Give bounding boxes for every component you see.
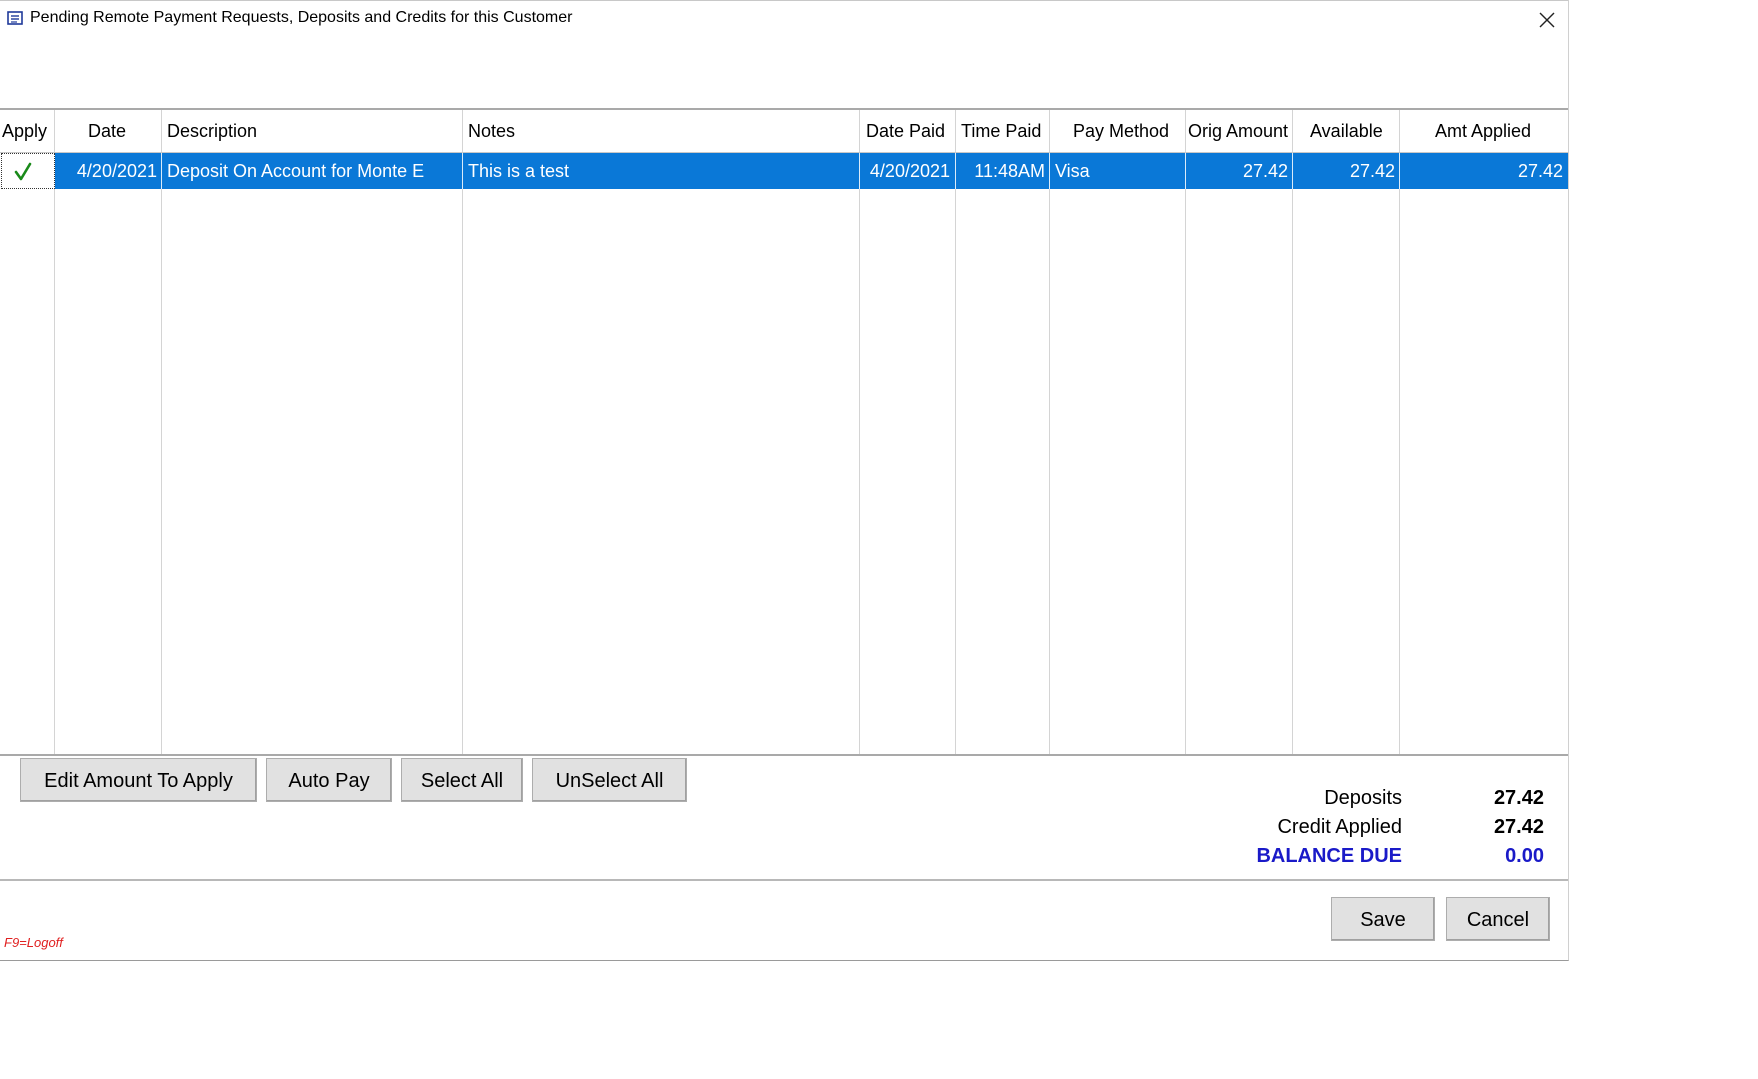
header-description[interactable]: Description: [167, 110, 257, 152]
cell-available[interactable]: 27.42: [1294, 153, 1395, 189]
cell-notes[interactable]: This is a test: [468, 153, 856, 189]
cell-date[interactable]: 4/20/2021: [56, 153, 157, 189]
header-date-paid[interactable]: Date Paid: [866, 110, 945, 152]
credit-applied-value: 27.42: [1493, 816, 1544, 838]
column-divider[interactable]: [1049, 110, 1050, 754]
cell-date-paid[interactable]: 4/20/2021: [861, 153, 950, 189]
cell-divider: [1292, 153, 1293, 189]
column-divider[interactable]: [54, 110, 55, 754]
header-available[interactable]: Available: [1310, 110, 1383, 152]
deposits-value: 27.42: [1493, 787, 1544, 809]
balance-due-label: BALANCE DUE: [1256, 845, 1402, 867]
column-divider[interactable]: [1185, 110, 1186, 754]
apply-checkbox[interactable]: [1, 153, 55, 189]
cell-pay-method[interactable]: Visa: [1055, 153, 1183, 189]
auto-pay-button[interactable]: Auto Pay: [266, 758, 392, 802]
title-bar: Pending Remote Payment Requests, Deposit…: [0, 0, 1568, 39]
header-time-paid[interactable]: Time Paid: [961, 110, 1041, 152]
cell-orig-amount[interactable]: 27.42: [1187, 153, 1288, 189]
header-pay-method[interactable]: Pay Method: [1073, 110, 1169, 152]
cell-amt-applied[interactable]: 27.42: [1401, 153, 1563, 189]
edit-amount-button[interactable]: Edit Amount To Apply: [20, 758, 257, 802]
cancel-button[interactable]: Cancel: [1446, 897, 1550, 941]
close-button[interactable]: [1530, 3, 1564, 35]
cell-divider: [462, 153, 463, 189]
column-divider[interactable]: [1292, 110, 1293, 754]
app-window-icon: [7, 11, 23, 25]
cell-divider: [859, 153, 860, 189]
cell-description[interactable]: Deposit On Account for Monte E: [167, 153, 459, 189]
logoff-hint: F9=Logoff: [4, 935, 63, 950]
header-amt-applied[interactable]: Amt Applied: [1435, 110, 1531, 152]
column-divider[interactable]: [462, 110, 463, 754]
column-divider[interactable]: [1399, 110, 1400, 754]
check-icon: [14, 162, 32, 181]
column-divider[interactable]: [955, 110, 956, 754]
balance-due-value: 0.00: [1505, 845, 1544, 867]
window-title: Pending Remote Payment Requests, Deposit…: [30, 9, 573, 26]
payments-grid[interactable]: Apply Date Description Notes Date Paid T…: [0, 108, 1568, 756]
header-notes[interactable]: Notes: [468, 110, 515, 152]
dialog-window: Pending Remote Payment Requests, Deposit…: [0, 0, 1569, 961]
save-button[interactable]: Save: [1331, 897, 1435, 941]
column-divider[interactable]: [161, 110, 162, 754]
credit-applied-label: Credit Applied: [1277, 816, 1402, 838]
cell-divider: [1399, 153, 1400, 189]
cell-divider: [1185, 153, 1186, 189]
column-divider[interactable]: [859, 110, 860, 754]
cell-time-paid[interactable]: 11:48AM: [957, 153, 1045, 189]
close-icon[interactable]: [1530, 3, 1564, 35]
select-all-button[interactable]: Select All: [401, 758, 523, 802]
header-date[interactable]: Date: [88, 110, 126, 152]
cell-divider: [955, 153, 956, 189]
cell-divider: [1049, 153, 1050, 189]
unselect-all-button[interactable]: UnSelect All: [532, 758, 687, 802]
deposits-label: Deposits: [1324, 787, 1402, 809]
cell-divider: [161, 153, 162, 189]
footer-divider: [0, 879, 1568, 881]
header-orig-amount[interactable]: Orig Amount: [1188, 110, 1288, 152]
header-apply[interactable]: Apply: [2, 110, 47, 152]
